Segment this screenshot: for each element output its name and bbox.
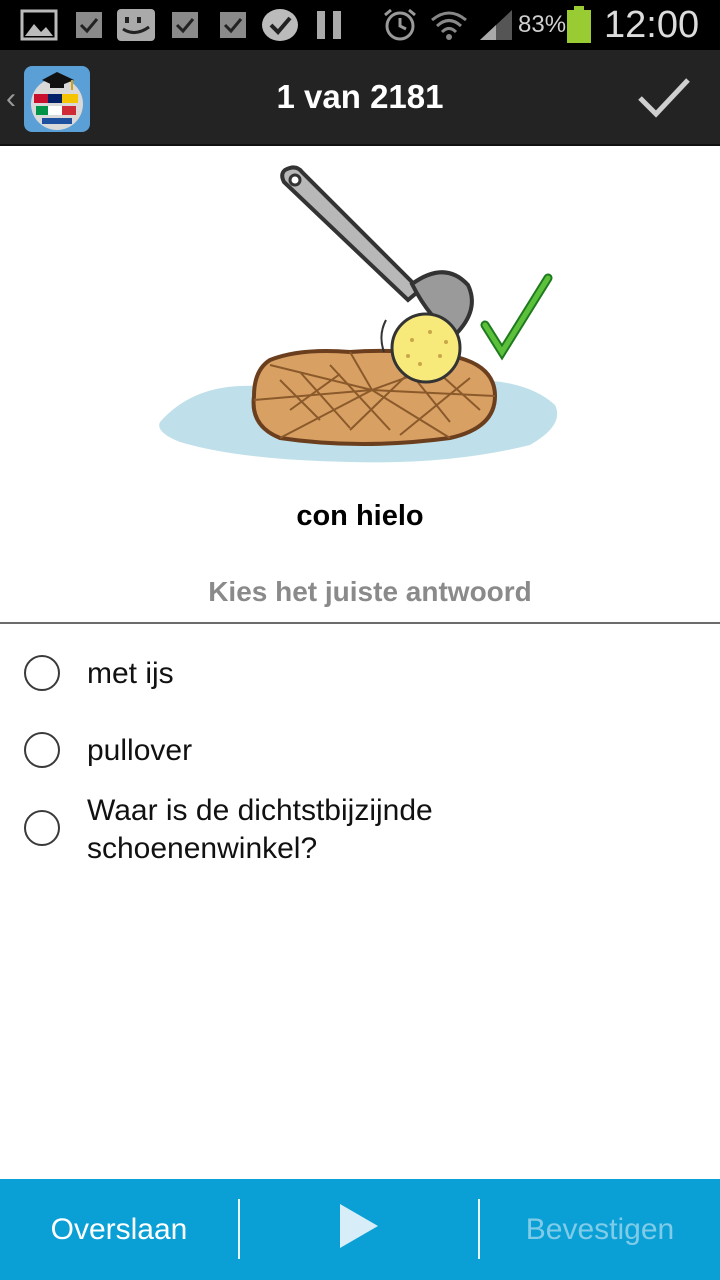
check-icon[interactable] — [636, 74, 692, 122]
gallery-icon — [20, 8, 58, 42]
clock: 12:00 — [604, 4, 700, 46]
confirm-button[interactable]: Bevestigen — [480, 1179, 720, 1280]
play-icon — [338, 1202, 380, 1258]
option-label: met ijs — [87, 657, 174, 690]
checkbox-icon — [170, 8, 200, 42]
radio-button[interactable] — [24, 810, 60, 846]
checkbox-icon — [218, 8, 248, 42]
pause-icon — [314, 8, 344, 42]
instruction-text: Kies het juiste antwoord — [208, 576, 532, 607]
bottom-bar: Overslaan Bevestigen — [0, 1179, 720, 1280]
answer-option[interactable]: met ijs — [0, 650, 720, 698]
page-title: 1 van 2181 — [276, 78, 444, 115]
battery-icon — [566, 6, 592, 43]
chevron-left-icon[interactable]: ‹ — [6, 82, 16, 116]
clipboard-check-icon — [260, 8, 300, 42]
question-word: con hielo — [296, 500, 424, 532]
radio-button[interactable] — [24, 655, 60, 691]
option-label: pullover — [87, 734, 193, 767]
battery-percent: 83% — [518, 11, 567, 38]
waffle-with-ice-cream-icon — [150, 160, 570, 470]
signal-icon — [478, 8, 514, 42]
radio-button[interactable] — [24, 732, 60, 768]
answer-option[interactable]: Waar is de dichtstbijzijnde schoenenwink… — [0, 790, 720, 870]
alarm-icon — [382, 8, 418, 42]
wifi-icon — [430, 8, 468, 42]
language-globe-icon[interactable] — [24, 66, 90, 132]
divider — [0, 622, 720, 624]
play-button[interactable] — [240, 1179, 478, 1280]
answer-option[interactable]: pullover — [0, 727, 720, 775]
option-label: Waar is de dichtstbijzijnde schoenenwink… — [87, 794, 433, 865]
skip-button[interactable]: Overslaan — [0, 1179, 238, 1280]
status-bar: 83% 12:00 — [0, 0, 720, 50]
checkbox-icon — [74, 8, 104, 42]
action-bar: ‹ 1 van 2181 — [0, 50, 720, 146]
messenger-icon — [115, 8, 157, 42]
